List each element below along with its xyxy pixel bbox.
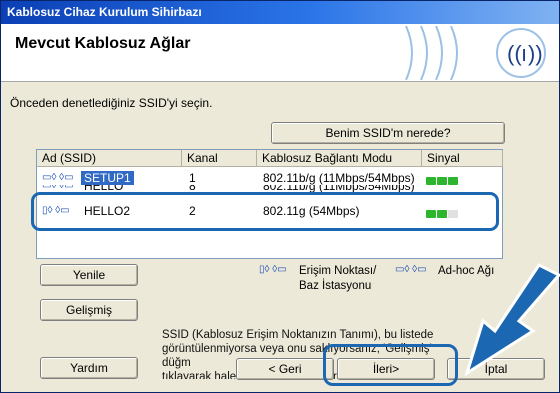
instruction-text: Önceden denetlediğiniz SSID'yi seçin. bbox=[10, 96, 213, 110]
refresh-button[interactable]: Yenile bbox=[40, 264, 138, 286]
table-row[interactable]: ▭◊ ◊▭ SETUP1 1 802.11b/g (11Mbps/54Mbps) bbox=[38, 171, 501, 185]
wizard-window: Kablosuz Cihaz Kurulum Sihirbazı Mevcut … bbox=[0, 0, 560, 393]
legend-base-station: Baz İstasyonu bbox=[299, 280, 372, 292]
selection-highlight-box bbox=[31, 192, 499, 231]
info-line: SSID (Kablosuz Erişim Noktanızın Tanımı)… bbox=[162, 329, 434, 341]
help-button[interactable]: Yardım bbox=[40, 357, 138, 379]
access-point-icon: ▯◊ ◊▭ bbox=[259, 264, 287, 275]
page-title: Mevcut Kablosuz Ağlar bbox=[15, 35, 191, 52]
adhoc-icon: ▭◊ ◊▭ bbox=[42, 172, 74, 183]
title-bar: Kablosuz Cihaz Kurulum Sihirbazı bbox=[1, 1, 559, 24]
svg-text:)): )) bbox=[528, 41, 543, 66]
wizard-header: Mevcut Kablosuz Ağlar (( ı )) bbox=[1, 24, 559, 82]
mode-cell: 802.11b/g (11Mbps/54Mbps) bbox=[263, 171, 415, 185]
channel-cell: 1 bbox=[189, 171, 196, 185]
signal-strength bbox=[426, 174, 459, 185]
adhoc-icon: ▭◊ ◊▭ bbox=[395, 264, 427, 275]
advanced-button[interactable]: Gelişmiş bbox=[40, 299, 138, 321]
column-header-signal[interactable]: Sinyal bbox=[422, 150, 503, 167]
column-header-mode[interactable]: Kablosuz Bağlantı Modu bbox=[257, 150, 422, 167]
wifi-signal-icon: (( ı )) bbox=[405, 26, 546, 80]
where-is-my-ssid-button[interactable]: Benim SSID'm nerede? bbox=[271, 122, 505, 144]
legend-access-point: Erişim Noktası/ bbox=[299, 265, 377, 277]
svg-text:ı: ı bbox=[521, 41, 527, 66]
back-button[interactable]: < Geri bbox=[236, 358, 334, 380]
column-header-ssid[interactable]: Ad (SSID) bbox=[37, 150, 182, 167]
column-header-channel[interactable]: Kanal bbox=[182, 150, 257, 167]
next-button-highlight bbox=[323, 344, 458, 386]
pointer-arrow-icon bbox=[464, 263, 560, 377]
ssid-cell: SETUP1 bbox=[81, 171, 134, 185]
